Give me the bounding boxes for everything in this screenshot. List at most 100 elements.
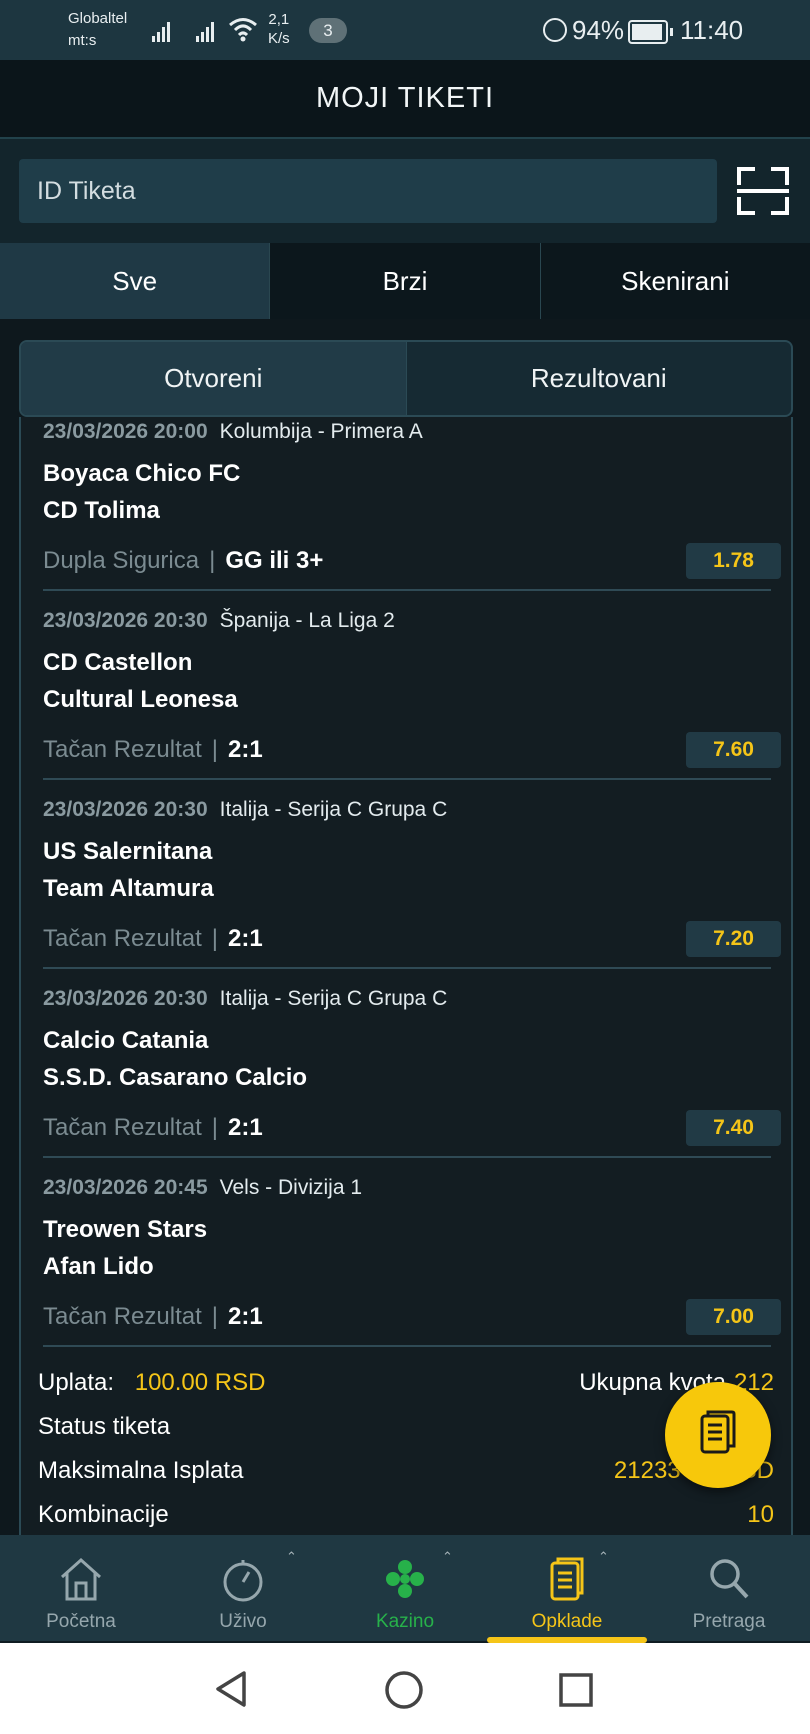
home-team: Boyaca Chico FC xyxy=(43,460,241,487)
match-datetime: 23/03/2026 20:30 xyxy=(43,609,208,632)
ticket-id-input[interactable]: ID Tiketa xyxy=(19,159,717,223)
market-name: Tačan Rezultat xyxy=(43,1114,202,1141)
market-name: Dupla Sigurica xyxy=(43,547,200,574)
tab-brzi[interactable]: Brzi xyxy=(270,243,541,319)
segment-rezultovani[interactable]: Rezultovani xyxy=(407,342,792,415)
system-navigation-bar xyxy=(0,1643,810,1734)
nav-label: Uživo xyxy=(219,1611,267,1632)
match-league: Vels - Divizija 1 xyxy=(219,1176,363,1199)
away-team: S.S.D. Casarano Calcio xyxy=(43,1064,308,1091)
market-pick: 2:1 xyxy=(228,1114,263,1141)
battery-icon xyxy=(628,20,673,44)
nav-uzivo[interactable]: ⌃ Uživo xyxy=(162,1535,324,1641)
market-name: Tačan Rezultat xyxy=(43,736,202,763)
divider xyxy=(43,967,771,969)
odd-value: 7.20 xyxy=(686,921,781,957)
match-item: 23/03/2026 20:30 Italija - Serija C Grupa… xyxy=(21,984,791,1173)
kombinacije-value: 10 xyxy=(747,1501,774,1528)
battery-percent: 94% xyxy=(572,15,625,45)
market-pick: GG ili 3+ xyxy=(225,547,324,574)
match-item: 23/03/2026 20:00 Kolumbija - Primera A Bo… xyxy=(21,417,791,606)
home-team: US Salernitana xyxy=(43,838,213,865)
wifi-icon xyxy=(229,18,257,42)
betslip-fab-button[interactable] xyxy=(665,1382,771,1488)
summary-row-status: Status tiketa xyxy=(38,1413,774,1443)
nav-label: Pretraga xyxy=(692,1611,766,1632)
match-item: 23/03/2026 20:45 Vels - Divizija 1 Treowe… xyxy=(21,1173,791,1362)
nav-pocetna[interactable]: Početna xyxy=(0,1535,162,1641)
away-team: Afan Lido xyxy=(43,1253,154,1280)
match-datetime: 23/03/2026 20:00 xyxy=(43,420,208,443)
home-team: Treowen Stars xyxy=(43,1216,208,1243)
clock: 11:40 xyxy=(680,15,744,45)
back-icon[interactable] xyxy=(213,1670,249,1708)
tab-sve[interactable]: Sve xyxy=(0,243,271,319)
odd-value: 7.60 xyxy=(686,732,781,768)
odd-value: 1.78 xyxy=(686,543,781,579)
signal-icon xyxy=(196,18,220,42)
status-tiketa-label: Status tiketa xyxy=(38,1413,171,1440)
segment-otvoreni[interactable]: Otvoreni xyxy=(21,342,407,415)
market-pick: 2:1 xyxy=(228,736,263,763)
home-icon xyxy=(60,1557,102,1601)
status-segment-control: Otvoreni Rezultovani xyxy=(19,340,793,417)
recents-square-icon[interactable] xyxy=(558,1672,594,1708)
max-isplata-label: Maksimalna Isplata xyxy=(38,1457,244,1484)
market-pick: 2:1 xyxy=(228,1303,263,1330)
page-title: MOJI TIKETI xyxy=(315,82,495,114)
stopwatch-icon xyxy=(223,1560,263,1602)
ticket-id-placeholder: ID Tiketa xyxy=(37,177,136,205)
match-league: Italija - Serija C Grupa C xyxy=(219,798,448,821)
nav-label: Kazino xyxy=(375,1611,435,1632)
notification-count-badge: 3 xyxy=(309,18,347,43)
status-bar: Globaltel mt:s 2,1 K/s 3 94% 11:40 xyxy=(0,0,810,60)
chevron-up-down-icon: ⌃ xyxy=(598,1549,609,1564)
nav-label: Početna xyxy=(46,1611,116,1632)
tab-skenirani[interactable]: Skenirani xyxy=(541,243,810,319)
betslip-icon xyxy=(550,1557,584,1601)
alarm-icon xyxy=(543,18,567,42)
carrier-label: Globaltel mt:s xyxy=(68,10,128,49)
network-speed: 2,1 K/s xyxy=(268,11,290,47)
ticket-search-bar: ID Tiketa xyxy=(0,139,810,243)
summary-row-max-isplata: Maksimalna Isplata 21233SD xyxy=(38,1457,774,1487)
signal-icon xyxy=(152,18,176,42)
match-item: 23/03/2026 20:30 Italija - Serija C Grupa… xyxy=(21,795,791,984)
home-circle-icon[interactable] xyxy=(384,1670,424,1710)
nav-opklade[interactable]: ⌃ Opklade xyxy=(486,1535,648,1641)
ticket-type-tabs: Sve Brzi Skenirani xyxy=(0,243,810,319)
market-pick: 2:1 xyxy=(228,925,263,952)
divider xyxy=(43,1156,771,1158)
max-isplata-value: 21233 xyxy=(613,1457,681,1484)
match-league: Italija - Serija C Grupa C xyxy=(219,987,448,1010)
nav-label: Opklade xyxy=(531,1611,603,1632)
market-name: Tačan Rezultat xyxy=(43,1303,202,1330)
app-bar: MOJI TIKETI xyxy=(0,60,810,139)
home-team: CD Castellon xyxy=(43,649,193,676)
odd-value: 7.40 xyxy=(686,1110,781,1146)
uplata-value: 100.00 RSD xyxy=(134,1369,266,1396)
nav-kazino[interactable]: ⌃ Kazino xyxy=(324,1535,486,1641)
chevron-up-down-icon: ⌃ xyxy=(286,1549,297,1564)
match-datetime: 23/03/2026 20:30 xyxy=(43,798,208,821)
summary-row-kombinacije: Kombinacije 10 xyxy=(38,1501,774,1531)
away-team: Team Altamura xyxy=(43,875,214,902)
divider xyxy=(43,1345,771,1347)
match-datetime: 23/03/2026 20:30 xyxy=(43,987,208,1010)
away-team: CD Tolima xyxy=(43,497,160,524)
match-datetime: 23/03/2026 20:45 xyxy=(43,1176,208,1199)
uplata-label: Uplata: xyxy=(38,1369,115,1396)
scan-qr-icon[interactable] xyxy=(737,167,789,215)
nav-pretraga[interactable]: Pretraga xyxy=(648,1535,810,1641)
kombinacije-label: Kombinacije xyxy=(38,1501,169,1528)
match-league: Španija - La Liga 2 xyxy=(219,609,395,632)
document-icon xyxy=(700,1410,736,1454)
bottom-navigation: Početna ⌃ Uživo ⌃ Kazino ⌃ Opklade Pretr… xyxy=(0,1535,810,1641)
divider xyxy=(43,589,771,591)
ticket-content: Otvoreni Rezultovani 23/03/2026 20:00 Kol… xyxy=(0,319,810,1535)
home-team: Calcio Catania xyxy=(43,1027,209,1054)
odd-value: 7.00 xyxy=(686,1299,781,1335)
match-item: 23/03/2026 20:30 Španija - La Liga 2 CD C… xyxy=(21,606,791,795)
divider xyxy=(43,778,771,780)
ticket-detail-list[interactable]: 23/03/2026 20:00 Kolumbija - Primera A Bo… xyxy=(19,417,793,1535)
